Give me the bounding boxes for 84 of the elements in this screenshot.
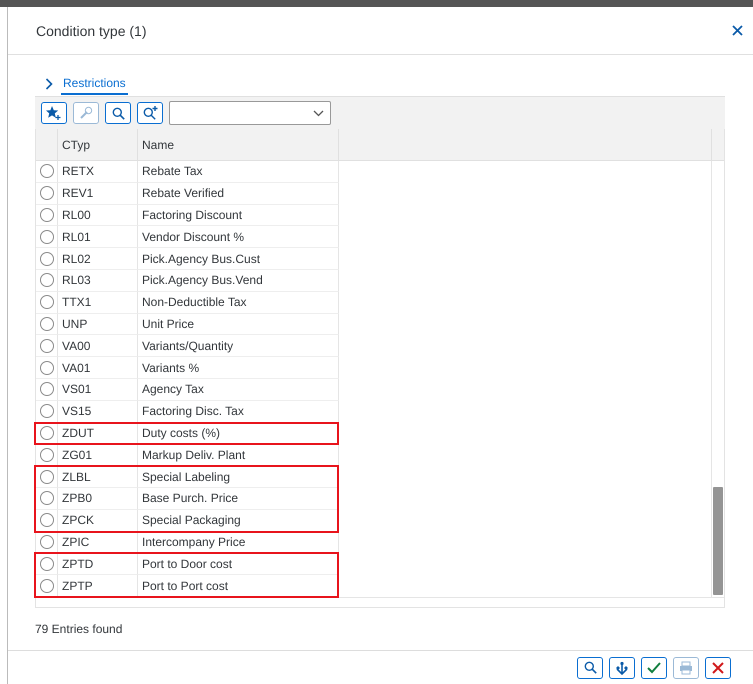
radio-button[interactable] [40, 404, 54, 418]
table-cell: Non-Deductible Tax [138, 292, 339, 314]
table-cell: RETX [58, 161, 138, 183]
radio-button[interactable] [40, 273, 54, 288]
radio-button[interactable] [40, 578, 54, 593]
table-cell: Base Purch. Price [138, 488, 339, 510]
anchor-button[interactable] [609, 656, 635, 678]
table-cell: ZDUT [58, 422, 138, 444]
table-cell: Intercompany Price [138, 532, 339, 554]
advanced-search-button[interactable] [137, 102, 163, 124]
radio-button[interactable] [40, 186, 54, 200]
cancel-button[interactable] [705, 656, 731, 678]
radio-button[interactable] [40, 208, 54, 222]
table-cell: Factoring Discount [138, 204, 339, 226]
confirm-button[interactable] [641, 656, 667, 678]
dialog-title: Condition type (1) [36, 22, 147, 38]
anchor-icon [615, 660, 629, 674]
filter-dropdown[interactable] [169, 101, 331, 125]
table-cell: REV1 [58, 182, 138, 205]
radio-button[interactable] [40, 534, 54, 549]
search-icon [584, 661, 596, 674]
radio-button[interactable] [40, 426, 54, 440]
table-cell: Rebate Tax [138, 161, 339, 183]
chevron-down-icon [313, 110, 324, 116]
table-cell: RL03 [58, 270, 138, 292]
table-cell: Vendor Discount % [138, 226, 339, 248]
radio-button[interactable] [40, 360, 54, 375]
entries-count: 79 Entries found [35, 622, 124, 636]
radio-button[interactable] [40, 295, 54, 310]
radio-button[interactable] [40, 470, 54, 484]
table-cell: Pick.Agency Bus.Vend [138, 270, 339, 292]
table-cell: Variants % [138, 357, 339, 379]
radio-button[interactable] [40, 513, 54, 528]
table-cell: Variants/Quantity [138, 335, 339, 358]
radio-button[interactable] [40, 491, 54, 506]
table-cell: ZPTD [58, 553, 138, 576]
table-cell: Port to Port cost [138, 575, 339, 597]
scrollbar-thumb[interactable] [713, 487, 723, 595]
cancel-icon [712, 662, 724, 674]
table-cell: VA00 [58, 335, 138, 358]
column-header[interactable]: CTyp [58, 129, 138, 160]
table-cell: UNP [58, 314, 138, 336]
radio-button[interactable] [40, 448, 54, 462]
table-cell: VS01 [58, 378, 138, 401]
search-button[interactable] [105, 102, 131, 124]
table-cell: Pick.Agency Bus.Cust [138, 248, 339, 270]
search-button[interactable] [577, 656, 603, 678]
radio-button[interactable] [40, 164, 54, 178]
table-cell: VA01 [58, 357, 138, 379]
radio-button[interactable] [40, 382, 54, 396]
table-cell: RL00 [58, 204, 138, 226]
radio-button[interactable] [40, 556, 54, 571]
table-cell: ZLBL [58, 466, 138, 488]
radio-button[interactable] [40, 230, 54, 244]
table-cell: TTX1 [58, 292, 138, 314]
table-cell: ZPIC [58, 532, 138, 554]
column-header[interactable]: Name [138, 129, 339, 160]
table-cell: Rebate Verified [138, 182, 339, 205]
table-cell: VS15 [58, 400, 138, 423]
table-cell: Factoring Disc. Tax [138, 400, 339, 423]
table-cell: ZPTP [58, 575, 138, 597]
table-cell: Unit Price [138, 314, 339, 336]
table-cell: RL02 [58, 248, 138, 270]
star-plus-icon [46, 106, 62, 120]
radio-button[interactable] [40, 338, 54, 353]
search-icon [112, 106, 124, 120]
search-plus-icon [142, 106, 158, 120]
table-cell: Special Labeling [138, 466, 339, 488]
close-icon [732, 25, 742, 36]
table-cell: Duty costs (%) [138, 422, 339, 444]
table-cell: Port to Door cost [138, 553, 339, 576]
table-cell: Special Packaging [138, 510, 339, 532]
chevron-icon[interactable] [45, 78, 53, 90]
radio-button[interactable] [40, 252, 54, 266]
table-cell: RL01 [58, 226, 138, 248]
table-cell: ZPB0 [58, 488, 138, 510]
table-cell: Markup Deliv. Plant [138, 444, 339, 466]
table-cell: ZPCK [58, 510, 138, 532]
table-cell: Agency Tax [138, 378, 339, 401]
printer-icon [679, 660, 693, 674]
add-favorite-button[interactable] [41, 102, 67, 124]
check-icon [647, 662, 661, 674]
table-cell: ZG01 [58, 444, 138, 466]
radio-button[interactable] [40, 316, 54, 331]
